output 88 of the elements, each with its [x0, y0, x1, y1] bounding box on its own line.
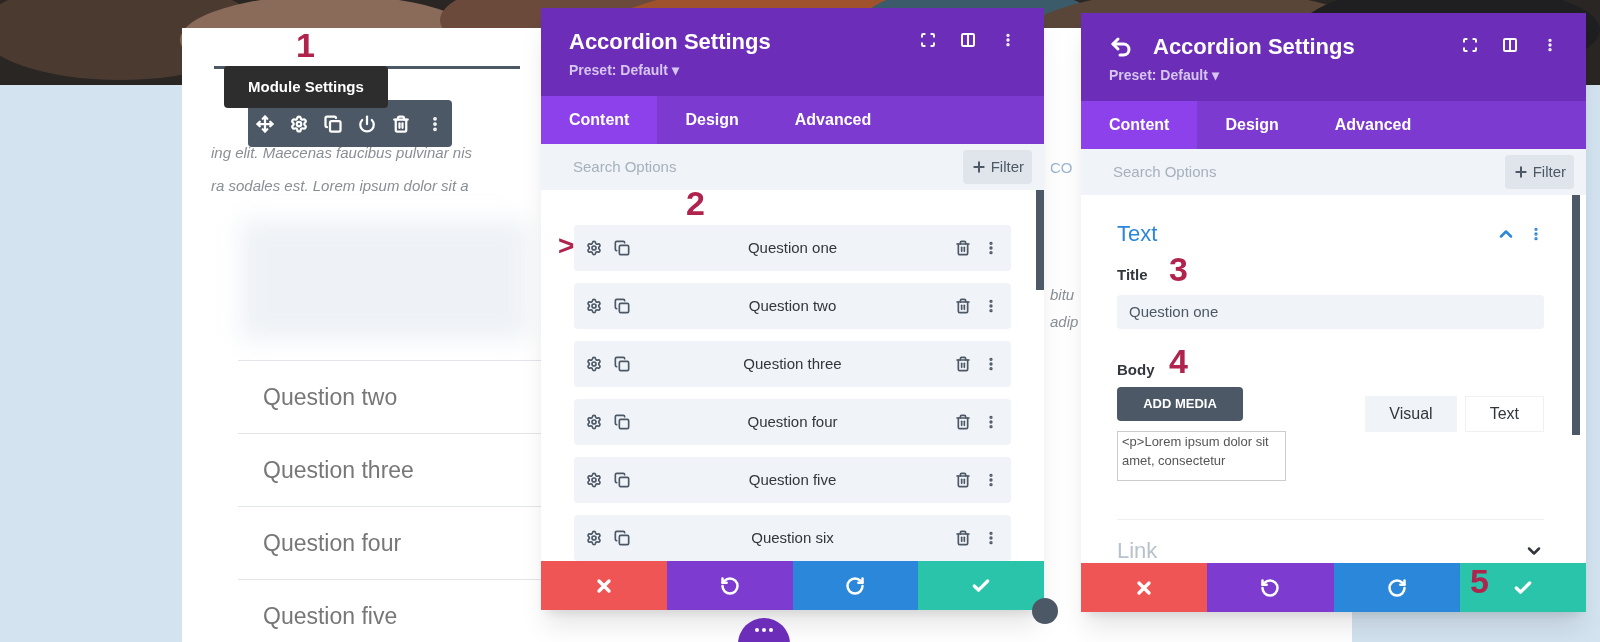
editor-tab[interactable]: Visual — [1365, 396, 1457, 432]
item-label: Question four — [746, 411, 839, 432]
filter-button[interactable]: Filter — [962, 150, 1032, 184]
settings-tab[interactable]: Design — [1197, 101, 1307, 149]
panel-title: Accordion Settings — [1153, 33, 1355, 61]
delete-icon[interactable] — [955, 472, 971, 488]
undo-icon — [1260, 577, 1281, 598]
body-text: ra sodales est. Lorem ipsum dolor sit a — [211, 175, 470, 196]
annotation-marker: 1 — [296, 28, 315, 62]
settings-tab[interactable]: Design — [657, 96, 767, 144]
annotation-marker: > — [558, 232, 575, 260]
annotation-marker: 5 — [1470, 564, 1489, 598]
annotation-marker: 3 — [1169, 252, 1188, 286]
filter-button[interactable]: Filter — [1504, 155, 1574, 189]
settings-tab[interactable]: Advanced — [1306, 101, 1440, 149]
undo-button[interactable] — [666, 561, 793, 610]
body-text: CO — [1050, 158, 1073, 178]
field-label: Body — [1117, 359, 1155, 380]
settings-icon[interactable] — [586, 414, 602, 430]
tooltip: Module Settings — [224, 66, 388, 108]
split-view-icon[interactable] — [1502, 37, 1518, 53]
delete-icon[interactable] — [392, 114, 410, 133]
move-icon[interactable] — [256, 114, 274, 133]
settings-icon[interactable] — [586, 472, 602, 488]
back-icon[interactable] — [1109, 35, 1133, 59]
fullscreen-icon[interactable] — [1462, 37, 1478, 53]
fullscreen-icon[interactable] — [920, 32, 936, 48]
accordion-item-row[interactable]: Question six — [574, 515, 1011, 561]
redo-icon — [1386, 577, 1407, 598]
duplicate-icon[interactable] — [324, 114, 342, 133]
duplicate-icon[interactable] — [614, 414, 630, 430]
settings-icon[interactable] — [586, 530, 602, 546]
editor-tab[interactable]: Text — [1464, 396, 1544, 432]
duplicate-icon[interactable] — [614, 298, 630, 314]
accordion-title[interactable]: Question two — [263, 379, 398, 415]
settings-icon[interactable] — [586, 240, 602, 256]
settings-icon[interactable] — [586, 298, 602, 314]
item-label: Question one — [746, 237, 839, 258]
body-text: ing elit. Maecenas faucibus pulvinar nis — [211, 143, 472, 163]
accordion-title[interactable]: Question four — [263, 525, 402, 561]
scrollbar[interactable] — [1036, 190, 1044, 290]
item-label: Question three — [742, 353, 843, 374]
delete-icon[interactable] — [955, 530, 971, 546]
delete-icon[interactable] — [955, 240, 971, 256]
undo-icon — [719, 575, 740, 596]
preset-selector[interactable]: Preset: Default ▾ — [1109, 65, 1462, 86]
settings-tab[interactable]: Advanced — [766, 96, 900, 144]
panel-title: Accordion Settings — [569, 28, 771, 56]
preset-selector[interactable]: Preset: Default ▾ — [569, 60, 920, 81]
scrollbar[interactable] — [1572, 195, 1580, 435]
search-field[interactable]: Search Options — [573, 155, 773, 179]
item-label: Question five — [747, 469, 838, 490]
settings-icon[interactable] — [586, 356, 602, 372]
delete-icon[interactable] — [955, 356, 971, 372]
split-view-icon[interactable] — [960, 32, 976, 48]
item-label: Question six — [750, 527, 835, 548]
settings-tab[interactable]: Content — [541, 96, 658, 144]
body-text: bitu — [1050, 285, 1075, 305]
annotation-marker: 4 — [1169, 344, 1188, 378]
search-field[interactable]: Search Options — [1113, 160, 1313, 184]
delete-icon[interactable] — [955, 414, 971, 430]
section-title[interactable]: Text — [1117, 217, 1158, 250]
item-label: Question two — [747, 295, 838, 316]
accordion-item-row[interactable]: Question three — [574, 341, 1011, 387]
body-editor[interactable]: <p>Lorem ipsum dolor sit amet, consectetur — [1117, 431, 1286, 481]
redo-icon — [845, 575, 866, 596]
duplicate-icon[interactable] — [614, 356, 630, 372]
accordion-item-row[interactable]: Question five — [574, 457, 1011, 503]
add-media-button[interactable]: ADD MEDIA — [1117, 387, 1243, 421]
duplicate-icon[interactable] — [614, 240, 630, 256]
title-field[interactable]: Question one — [1117, 294, 1544, 329]
plus-icon — [970, 159, 987, 175]
annotation-marker: 2 — [686, 186, 705, 220]
dots-icon — [755, 628, 773, 632]
undo-button[interactable] — [1207, 563, 1334, 612]
plus-icon — [1512, 164, 1529, 180]
duplicate-icon[interactable] — [614, 530, 630, 546]
accordion-title[interactable]: Question three — [263, 452, 414, 488]
delete-icon[interactable] — [955, 298, 971, 314]
power-icon[interactable] — [358, 114, 376, 133]
accordion-item-row[interactable]: Question four — [574, 399, 1011, 445]
duplicate-icon[interactable] — [614, 472, 630, 488]
field-label: Title — [1117, 265, 1148, 285]
accordion-item-row[interactable]: Question two — [574, 283, 1011, 329]
accordion-title[interactable]: Question five — [263, 598, 398, 634]
settings-tab[interactable]: Content — [1081, 101, 1198, 149]
accordion-item-row[interactable]: Question one — [574, 225, 1011, 271]
body-text: adip — [1050, 312, 1079, 332]
